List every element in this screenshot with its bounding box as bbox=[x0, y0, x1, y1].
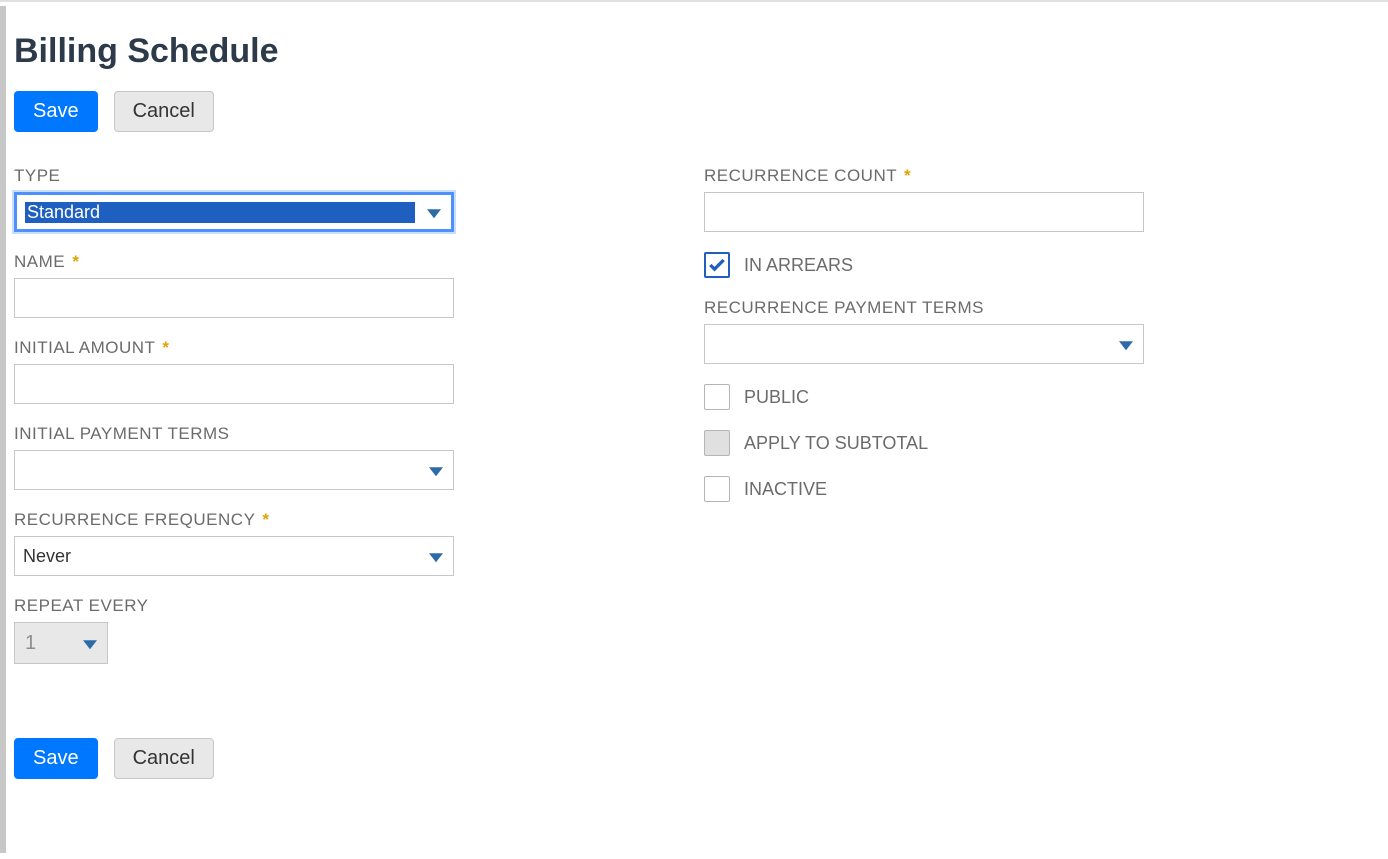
repeat-every-label: REPEAT EVERY bbox=[14, 596, 454, 616]
apply-to-subtotal-row: APPLY TO SUBTOTAL bbox=[704, 430, 1144, 456]
page-title: Billing Schedule bbox=[14, 32, 1380, 71]
form-columns: TYPE Standard NAME * INITIAL AMOUNT * bbox=[14, 166, 1380, 684]
cancel-button[interactable]: Cancel bbox=[114, 738, 214, 779]
recurrence-frequency-label-text: RECURRENCE FREQUENCY bbox=[14, 510, 255, 529]
initial-amount-field: INITIAL AMOUNT * bbox=[14, 338, 454, 404]
recurrence-frequency-label: RECURRENCE FREQUENCY * bbox=[14, 510, 454, 530]
type-select[interactable]: Standard bbox=[14, 192, 454, 232]
inactive-checkbox[interactable] bbox=[704, 476, 730, 502]
inactive-label: INACTIVE bbox=[744, 479, 827, 500]
name-field: NAME * bbox=[14, 252, 454, 318]
type-select-value: Standard bbox=[25, 202, 415, 223]
type-label: TYPE bbox=[14, 166, 454, 186]
repeat-every-field: REPEAT EVERY 1 bbox=[14, 596, 454, 664]
left-column: TYPE Standard NAME * INITIAL AMOUNT * bbox=[14, 166, 454, 684]
recurrence-payment-terms-select[interactable] bbox=[704, 324, 1144, 364]
initial-amount-label: INITIAL AMOUNT * bbox=[14, 338, 454, 358]
button-row-bottom: Save Cancel bbox=[14, 738, 1380, 779]
initial-amount-input[interactable] bbox=[14, 364, 454, 404]
public-checkbox[interactable] bbox=[704, 384, 730, 410]
recurrence-frequency-select[interactable]: Never bbox=[14, 536, 454, 576]
chevron-down-icon bbox=[429, 467, 443, 476]
type-field: TYPE Standard bbox=[14, 166, 454, 232]
in-arrears-label: IN ARREARS bbox=[744, 255, 853, 276]
chevron-down-icon bbox=[83, 640, 97, 649]
chevron-down-icon bbox=[1119, 341, 1133, 350]
required-star-icon: * bbox=[72, 252, 79, 271]
initial-payment-terms-field: INITIAL PAYMENT TERMS bbox=[14, 424, 454, 490]
button-row-top: Save Cancel bbox=[14, 91, 1380, 132]
top-divider bbox=[0, 0, 1388, 2]
recurrence-payment-terms-field: RECURRENCE PAYMENT TERMS bbox=[704, 298, 1144, 364]
repeat-every-select[interactable]: 1 bbox=[14, 622, 108, 664]
in-arrears-checkbox[interactable] bbox=[704, 252, 730, 278]
cancel-button[interactable]: Cancel bbox=[114, 91, 214, 132]
page-container: Billing Schedule Save Cancel TYPE Standa… bbox=[0, 6, 1388, 853]
recurrence-frequency-value: Never bbox=[23, 546, 417, 567]
recurrence-count-label: RECURRENCE COUNT * bbox=[704, 166, 1144, 186]
recurrence-count-label-text: RECURRENCE COUNT bbox=[704, 166, 897, 185]
save-button[interactable]: Save bbox=[14, 91, 98, 132]
apply-to-subtotal-label: APPLY TO SUBTOTAL bbox=[744, 433, 928, 454]
recurrence-payment-terms-label: RECURRENCE PAYMENT TERMS bbox=[704, 298, 1144, 318]
initial-payment-terms-label: INITIAL PAYMENT TERMS bbox=[14, 424, 454, 444]
chevron-down-icon bbox=[429, 553, 443, 562]
initial-amount-label-text: INITIAL AMOUNT bbox=[14, 338, 155, 357]
recurrence-count-input[interactable] bbox=[704, 192, 1144, 232]
chevron-down-icon bbox=[427, 209, 441, 218]
required-star-icon: * bbox=[262, 510, 269, 529]
in-arrears-row: IN ARREARS bbox=[704, 252, 1144, 278]
recurrence-frequency-field: RECURRENCE FREQUENCY * Never bbox=[14, 510, 454, 576]
save-button[interactable]: Save bbox=[14, 738, 98, 779]
name-label: NAME * bbox=[14, 252, 454, 272]
initial-payment-terms-select[interactable] bbox=[14, 450, 454, 490]
required-star-icon: * bbox=[162, 338, 169, 357]
name-input[interactable] bbox=[14, 278, 454, 318]
check-icon bbox=[707, 255, 727, 275]
public-row: PUBLIC bbox=[704, 384, 1144, 410]
name-label-text: NAME bbox=[14, 252, 65, 271]
recurrence-count-field: RECURRENCE COUNT * bbox=[704, 166, 1144, 232]
right-column: RECURRENCE COUNT * IN ARREARS RECURRENCE… bbox=[704, 166, 1144, 684]
public-label: PUBLIC bbox=[744, 387, 809, 408]
required-star-icon: * bbox=[904, 166, 911, 185]
inactive-row: INACTIVE bbox=[704, 476, 1144, 502]
apply-to-subtotal-checkbox bbox=[704, 430, 730, 456]
